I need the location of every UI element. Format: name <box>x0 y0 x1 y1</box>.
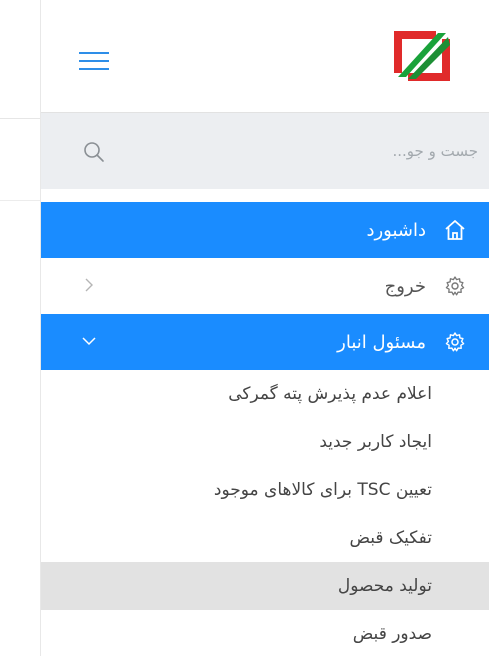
sidebar-item-label: داشبورد <box>366 219 426 241</box>
chevron-down-icon <box>82 337 96 346</box>
gear-icon <box>445 276 465 296</box>
sidebar-menu: داشبورد خروج مسئول انبار اعلام عدم پذیرش… <box>41 202 489 656</box>
page: داشبورد خروج مسئول انبار <box>0 0 489 656</box>
sidebar-item-dashboard[interactable]: داشبورد <box>41 202 489 258</box>
submenu-item-produce-product[interactable]: تولید محصول <box>41 562 489 610</box>
sidebar-item-warehouse[interactable]: مسئول انبار <box>41 314 489 370</box>
search-icon[interactable] <box>83 141 105 163</box>
submenu-item-split-receipt[interactable]: تفکیک قبض <box>41 514 489 562</box>
warehouse-submenu: اعلام عدم پذیرش پته گمرکی ایجاد کاربر جد… <box>41 370 489 656</box>
main-content-edge <box>0 0 40 656</box>
logo-icon <box>394 31 450 81</box>
sidebar-search <box>41 112 489 189</box>
submenu-item-create-user[interactable]: ایجاد کاربر جدید <box>41 418 489 466</box>
submenu-item-assign-tsc[interactable]: تعیین TSC برای کالاهای موجود <box>41 466 489 514</box>
sidebar-item-logout[interactable]: خروج <box>41 258 489 314</box>
submenu-item-issue-receipt[interactable]: صدور قبض <box>41 610 489 656</box>
divider <box>0 200 40 201</box>
home-icon <box>445 220 465 240</box>
search-input[interactable] <box>130 113 489 189</box>
submenu-item-customs-rejection[interactable]: اعلام عدم پذیرش پته گمرکی <box>41 370 489 418</box>
sidebar-header <box>41 0 489 112</box>
chevron-right-icon <box>85 278 93 292</box>
gear-icon <box>445 332 465 352</box>
sidebar: داشبورد خروج مسئول انبار <box>40 0 489 656</box>
divider <box>0 118 40 119</box>
menu-icon[interactable] <box>79 52 109 70</box>
